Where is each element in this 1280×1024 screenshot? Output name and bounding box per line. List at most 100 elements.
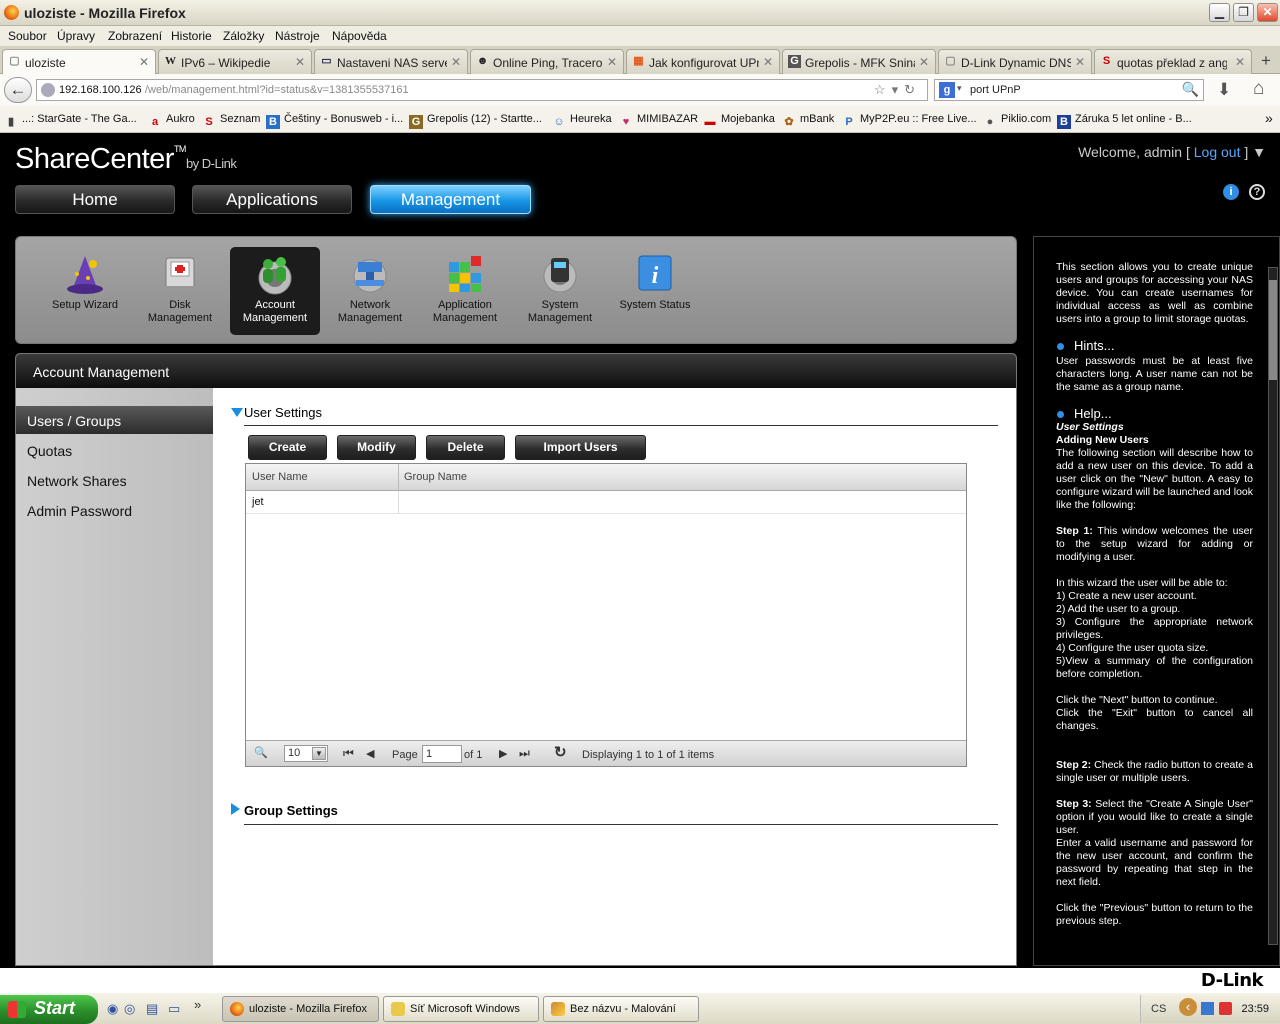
main-tab-home[interactable]: Home	[15, 185, 175, 214]
search-input[interactable]: port UPnP	[970, 84, 1021, 96]
side-item-network-shares[interactable]: Network Shares	[16, 466, 213, 494]
bookmark-myp2p[interactable]: P MyP2P.eu :: Free Live...	[842, 113, 976, 129]
back-button[interactable]: ←	[4, 77, 32, 103]
tray-expand-icon[interactable]: ‹	[1179, 998, 1197, 1016]
help-scrollbar[interactable]	[1268, 267, 1278, 945]
search-bar[interactable]: g ▾ port UPnP 🔍	[934, 79, 1204, 101]
column-group-name[interactable]: Group Name	[404, 471, 467, 483]
clock[interactable]: 23:59	[1241, 1003, 1269, 1015]
modify-button[interactable]: Modify	[337, 435, 416, 460]
table-row[interactable]: jet	[246, 491, 966, 514]
menu-zobrazeni[interactable]: Zobrazení	[108, 29, 162, 43]
bookmark-reload-icons[interactable]: ☆▾↻	[874, 82, 921, 98]
last-page-icon[interactable]: ⏭	[519, 746, 530, 761]
browser-tab-nas[interactable]: ▭ Nastaveni NAS serve... ✕	[314, 49, 468, 74]
help-icon[interactable]: ?	[1249, 184, 1265, 200]
engine-dropdown-icon[interactable]: ▾	[957, 83, 962, 94]
task-network[interactable]: Síť Microsoft Windows	[383, 996, 539, 1022]
system-management-button[interactable]: System Management	[515, 247, 605, 335]
main-tab-management[interactable]: Management	[370, 185, 531, 214]
close-window-button[interactable]: ✕	[1257, 3, 1278, 22]
security-tray-icon[interactable]	[1219, 1002, 1232, 1015]
main-tab-applications[interactable]: Applications	[192, 185, 352, 214]
refresh-icon[interactable]: ↻	[554, 743, 567, 761]
quicklaunch-more-icon[interactable]: »	[194, 997, 201, 1012]
disk-management-button[interactable]: Disk Management	[135, 247, 225, 335]
browser-tab-grepolis[interactable]: G Grepolis - MFK Snina ✕	[782, 49, 936, 74]
quicklaunch-browser-icon[interactable]: ◎	[124, 1001, 135, 1017]
network-management-button[interactable]: Network Management	[325, 247, 415, 335]
browser-tab-quotas[interactable]: S quotas překlad z angli... ✕	[1094, 49, 1252, 74]
info-icon[interactable]: i	[1223, 184, 1239, 200]
tab-close-icon[interactable]: ✕	[1235, 55, 1245, 69]
quicklaunch-desktop-icon[interactable]: ▭	[168, 1001, 180, 1017]
bookmark-stargate[interactable]: ▮ ...: StarGate - The Ga...	[4, 113, 137, 129]
bookmark-mbank[interactable]: ✿ mBank	[782, 113, 834, 129]
minimize-button[interactable]: ▁	[1209, 3, 1230, 22]
browser-tab-uloziste[interactable]: ▢ uloziste ✕	[2, 49, 156, 75]
tab-close-icon[interactable]: ✕	[451, 55, 461, 69]
search-icon[interactable]: 🔍	[254, 746, 268, 759]
bookmark-grepolis[interactable]: G Grepolis (12) - Startte...	[409, 113, 542, 129]
page-number-input[interactable]: 1	[422, 745, 462, 763]
menu-zalozky[interactable]: Záložky	[223, 29, 264, 43]
menu-historie[interactable]: Historie	[171, 29, 212, 43]
expand-triangle-icon[interactable]	[231, 803, 240, 815]
browser-tab-ping[interactable]: ☻ Online Ping, Tracerou... ✕	[470, 49, 624, 74]
account-management-button[interactable]: Account Management	[230, 247, 320, 335]
browser-tab-upnp[interactable]: ▦ Jak konfigurovat UPn... ✕	[626, 49, 780, 74]
browser-tab-dlink-ddns[interactable]: ▢ D-Link Dynamic DNS :... ✕	[938, 49, 1092, 74]
bookmark-piklio[interactable]: ● Piklio.com	[983, 113, 1051, 129]
bookmark-mimibazar[interactable]: ♥ MIMIBAZAR	[619, 113, 698, 129]
side-item-quotas[interactable]: Quotas	[16, 436, 213, 464]
menu-soubor[interactable]: Soubor	[8, 29, 47, 43]
system-status-button[interactable]: i System Status	[610, 247, 700, 335]
url-bar[interactable]: 192.168.100.126 /web/management.html?id=…	[36, 79, 928, 101]
side-item-users-groups[interactable]: Users / Groups	[16, 406, 213, 434]
browser-tab-ipv6[interactable]: W IPv6 – Wikipedie ✕	[158, 49, 312, 74]
delete-button[interactable]: Delete	[426, 435, 505, 460]
tab-close-icon[interactable]: ✕	[295, 55, 305, 69]
scrollbar-thumb[interactable]	[1269, 280, 1277, 380]
start-button[interactable]: Start	[0, 995, 98, 1024]
user-settings-title[interactable]: User Settings	[244, 405, 322, 420]
task-paint[interactable]: Bez názvu - Malování	[543, 996, 699, 1022]
tab-close-icon[interactable]: ✕	[607, 55, 617, 69]
bookmark-mojebanka[interactable]: ▬ Mojebanka	[703, 113, 775, 129]
quicklaunch-ie-icon[interactable]: ◉	[107, 1001, 118, 1017]
create-button[interactable]: Create	[248, 435, 327, 460]
setup-wizard-button[interactable]: Setup Wizard	[40, 247, 130, 335]
new-tab-button[interactable]: +	[1256, 51, 1276, 71]
application-management-button[interactable]: Application Management	[420, 247, 510, 335]
download-icon[interactable]: ⬇	[1217, 80, 1231, 100]
network-tray-icon[interactable]	[1201, 1002, 1214, 1015]
tab-close-icon[interactable]: ✕	[139, 55, 149, 69]
page-size-select[interactable]: 10 ▼	[284, 745, 328, 762]
prev-page-icon[interactable]: ◀	[366, 747, 374, 760]
first-page-icon[interactable]: ⏮	[343, 746, 354, 761]
quicklaunch-explorer-icon[interactable]: ▤	[146, 1001, 158, 1017]
bookmarks-more-button[interactable]: »	[1265, 110, 1273, 126]
column-user-name[interactable]: User Name	[246, 464, 399, 491]
logout-link[interactable]: Log out	[1190, 144, 1245, 160]
task-firefox[interactable]: uloziste - Mozilla Firefox	[222, 996, 379, 1022]
menu-nastroje[interactable]: Nástroje	[275, 29, 320, 43]
tab-close-icon[interactable]: ✕	[1075, 55, 1085, 69]
bookmark-seznam[interactable]: S Seznam	[202, 113, 260, 129]
next-page-icon[interactable]: ▶	[499, 747, 507, 760]
tab-close-icon[interactable]: ✕	[919, 55, 929, 69]
google-icon[interactable]: g	[939, 82, 955, 98]
bookmark-cestiny[interactable]: B Češtiny - Bonusweb - i...	[266, 113, 403, 129]
restore-button[interactable]: ❐	[1233, 3, 1254, 22]
group-settings-title[interactable]: Group Settings	[244, 803, 338, 818]
collapse-triangle-icon[interactable]	[231, 408, 243, 417]
bookmark-aukro[interactable]: a Aukro	[148, 113, 195, 129]
import-users-button[interactable]: Import Users	[515, 435, 646, 460]
language-indicator[interactable]: CS	[1151, 1003, 1166, 1015]
menu-upravy[interactable]: Úpravy	[57, 29, 95, 43]
menu-napoveda[interactable]: Nápověda	[332, 29, 387, 43]
account-dropdown-icon[interactable]: ] ▼	[1244, 144, 1266, 160]
side-item-admin-password[interactable]: Admin Password	[16, 496, 213, 524]
bookmark-heureka[interactable]: ☺ Heureka	[552, 113, 611, 129]
search-icon[interactable]: 🔍	[1182, 81, 1199, 98]
